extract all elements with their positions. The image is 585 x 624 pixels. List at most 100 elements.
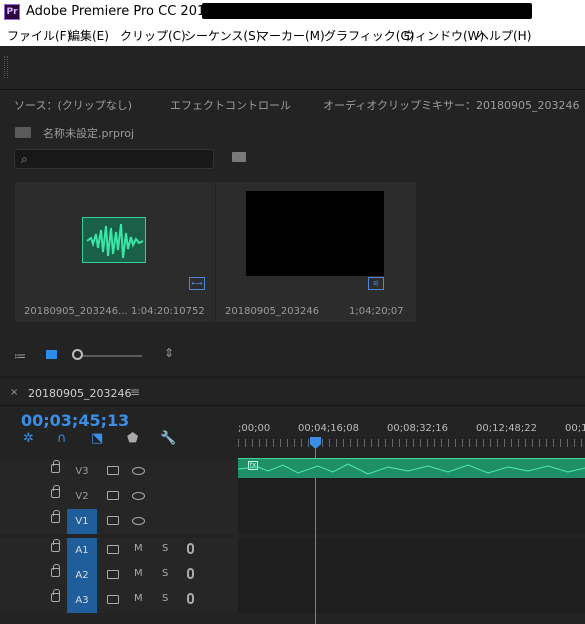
panel-grip-icon[interactable] — [4, 56, 8, 78]
search-icon: ⌕ — [21, 152, 28, 166]
tab-source[interactable]: ソース：(クリップなし) — [14, 97, 132, 113]
track-header: A3 M S — [0, 588, 238, 613]
solo-button[interactable]: S — [162, 593, 168, 604]
track-a1: A1 M S — [0, 538, 585, 563]
track-header: A1 M S — [0, 538, 238, 563]
menu-help[interactable]: ヘルプ(H) — [477, 27, 531, 44]
project-panel: ソース：(クリップなし) エフェクトコントロール オーディオクリップミキサー：2… — [0, 90, 585, 376]
lock-icon[interactable] — [51, 589, 60, 602]
track-header: V1 — [0, 509, 238, 534]
track-lane[interactable] — [238, 538, 585, 563]
snap-icon[interactable]: ∩ — [57, 431, 67, 446]
microphone-icon[interactable] — [187, 568, 194, 579]
sync-lock-icon[interactable] — [107, 545, 119, 554]
timeline-tab-bar: × 20180905_203246 ≡ — [0, 379, 585, 406]
sync-lock-icon[interactable] — [107, 466, 119, 475]
sort-icon[interactable]: ⇕ — [164, 346, 174, 360]
list-view-icon[interactable]: ≔ — [14, 349, 26, 363]
microphone-icon[interactable] — [187, 543, 194, 554]
mute-button[interactable]: M — [134, 543, 143, 554]
track-header: V2 — [0, 484, 238, 509]
clip-waveform — [238, 463, 585, 475]
zoom-slider[interactable] — [78, 355, 142, 357]
audio-badge-icon: ⟷ — [189, 277, 205, 290]
audio-clip[interactable]: fx — [238, 458, 585, 478]
menu-marker[interactable]: マーカー(M) — [257, 27, 325, 44]
track-a2: A2 M S — [0, 563, 585, 588]
menu-file[interactable]: ファイル(F) — [7, 27, 71, 44]
project-item-audio[interactable]: ⟷ 20180905_203246... 1:04:20:10752 — [15, 182, 215, 322]
lock-icon[interactable] — [51, 485, 60, 498]
track-header: A2 M S — [0, 563, 238, 588]
tab-sequence[interactable]: 20180905_203246 — [28, 387, 131, 400]
project-item-sequence[interactable]: ⚟ 20180905_203246 1;04;20;07 — [216, 182, 416, 322]
track-a3: A3 M S — [0, 588, 585, 613]
ruler-label: 00;08;32;16 — [387, 423, 449, 434]
track-label[interactable]: A3 — [67, 588, 97, 613]
track-label[interactable]: V1 — [67, 509, 97, 534]
redacted-filename — [202, 3, 532, 19]
tab-audio-clip-mixer[interactable]: オーディオクリップミキサー：20180905_203246 — [323, 97, 580, 113]
menu-graphics[interactable]: グラフィック(G) — [324, 27, 414, 44]
lock-icon[interactable] — [51, 564, 60, 577]
menu-edit[interactable]: 編集(E) — [68, 27, 109, 44]
track-lane[interactable] — [238, 588, 585, 613]
lock-icon[interactable] — [51, 510, 60, 523]
ruler-label: ;00;00 — [238, 423, 271, 434]
menu-sequence[interactable]: シーケンス(S) — [184, 27, 260, 44]
sync-lock-icon[interactable] — [107, 491, 119, 500]
lock-icon[interactable] — [51, 539, 60, 552]
eye-icon[interactable] — [132, 492, 145, 500]
window-titlebar: Pr Adobe Premiere Pro CC 2017 - — [0, 0, 585, 24]
solo-button[interactable]: S — [162, 543, 168, 554]
track-lane[interactable] — [238, 563, 585, 588]
track-label[interactable]: V2 — [67, 484, 97, 509]
track-area: V3 V2 V1 A1 M S A2 M S A3 M S — [0, 459, 585, 624]
sync-lock-icon[interactable] — [107, 570, 119, 579]
ruler-label: 00;12;48;22 — [476, 423, 538, 434]
wrench-icon[interactable]: 🔧 — [160, 431, 176, 446]
icon-view-icon[interactable] — [46, 350, 57, 359]
close-icon[interactable]: × — [10, 387, 18, 398]
time-ruler[interactable] — [238, 439, 585, 447]
tab-effect-controls[interactable]: エフェクトコントロール — [170, 97, 291, 113]
lock-icon[interactable] — [51, 460, 60, 473]
item-name: 20180905_203246... — [24, 306, 128, 317]
search-input[interactable]: ⌕ — [14, 149, 214, 169]
track-lane[interactable] — [238, 509, 585, 534]
folder-icon — [15, 127, 31, 138]
solo-button[interactable]: S — [162, 568, 168, 579]
eye-icon[interactable] — [132, 467, 145, 475]
workspace-toolbar — [0, 46, 585, 90]
sync-lock-icon[interactable] — [107, 595, 119, 604]
linked-selection-icon[interactable]: ⬔ — [91, 431, 103, 446]
project-name: 名称未設定.prproj — [43, 127, 135, 140]
mute-button[interactable]: M — [134, 593, 143, 604]
menu-window[interactable]: ウィンドウ(W) — [403, 27, 484, 44]
microphone-icon[interactable] — [187, 593, 194, 604]
new-bin-icon[interactable] — [232, 152, 246, 162]
timeline-panel: × 20180905_203246 ≡ 00;03;45;13 ✲ ∩ ⬔ ⬟ … — [0, 379, 585, 624]
playhead-handle[interactable] — [310, 437, 321, 449]
sync-lock-icon[interactable] — [107, 516, 119, 525]
track-header: V3 — [0, 459, 238, 484]
panel-menu-icon[interactable]: ≡ — [130, 385, 140, 399]
sequence-badge-icon: ⚟ — [368, 277, 384, 290]
premiere-app-icon: Pr — [4, 4, 20, 20]
add-marker-icon[interactable]: ⬟ — [127, 431, 138, 446]
zoom-slider-handle[interactable] — [72, 349, 83, 360]
track-v2: V2 — [0, 484, 585, 509]
item-duration: 1:04:20:10752 — [131, 306, 205, 317]
track-v1: V1 — [0, 509, 585, 534]
track-label[interactable]: V3 — [67, 459, 97, 484]
insert-nest-icon[interactable]: ✲ — [23, 431, 34, 446]
track-label[interactable]: A2 — [67, 563, 97, 588]
menu-clip[interactable]: クリップ(C) — [120, 27, 186, 44]
project-path: 名称未設定.prproj — [15, 125, 134, 141]
track-label[interactable]: A1 — [67, 538, 97, 563]
mute-button[interactable]: M — [134, 568, 143, 579]
ruler-label: 00;1 — [565, 423, 585, 434]
eye-icon[interactable] — [132, 517, 145, 525]
track-lane[interactable] — [238, 484, 585, 509]
timecode-display[interactable]: 00;03;45;13 — [21, 411, 129, 430]
